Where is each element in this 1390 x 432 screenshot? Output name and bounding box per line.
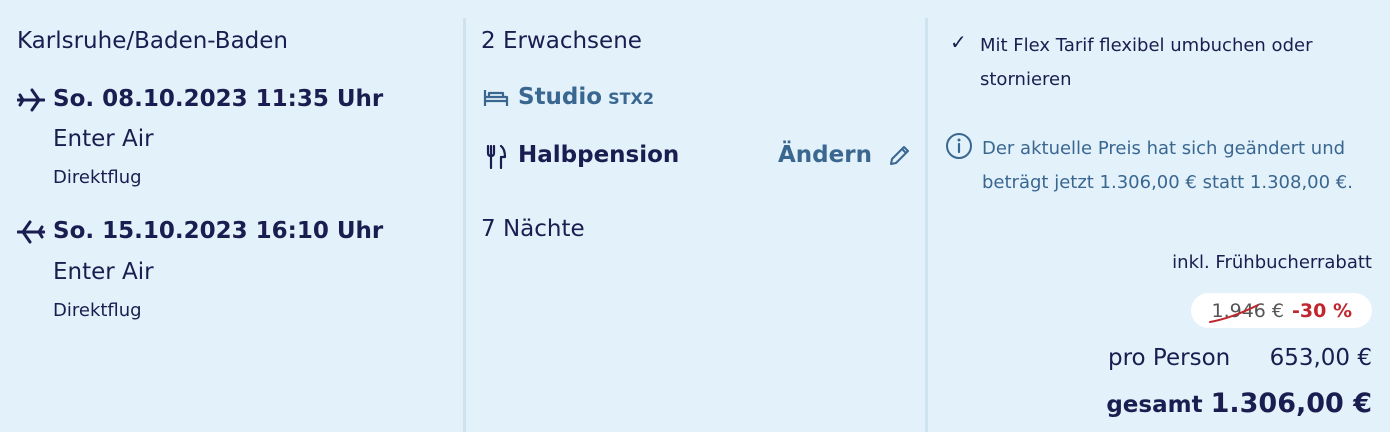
old-price: 1.946 € bbox=[1209, 300, 1284, 323]
total-value: 1.306,00 € bbox=[1210, 388, 1372, 419]
total-label: gesamt bbox=[1106, 392, 1203, 418]
room-type[interactable]: Studio STX2 bbox=[518, 84, 654, 110]
origin-airport: Karlsruhe/Baden-Baden bbox=[17, 28, 288, 54]
plane-departure-icon bbox=[17, 88, 45, 112]
per-person-label: pro Person bbox=[1108, 345, 1231, 371]
discount-percent: -30 % bbox=[1292, 300, 1352, 322]
change-label: Ändern bbox=[778, 142, 872, 168]
bed-icon bbox=[483, 90, 509, 106]
change-button[interactable]: Ändern bbox=[778, 142, 912, 168]
nights: 7 Nächte bbox=[481, 216, 585, 242]
room-code: STX2 bbox=[608, 89, 654, 108]
inbound-airline: Enter Air bbox=[53, 259, 154, 285]
travellers: 2 Erwachsene bbox=[481, 28, 642, 54]
discount-badge: 1.946 € -30 % bbox=[1191, 293, 1372, 328]
per-person-price: 653,00 € bbox=[1269, 345, 1372, 371]
outbound-date: So. 08.10.2023 11:35 Uhr bbox=[53, 86, 384, 112]
flight-column: Karlsruhe/Baden-Baden So. 08.10.2023 11:… bbox=[0, 0, 464, 432]
hotel-column: 2 Erwachsene Studio STX2 Halbpension Ände… bbox=[466, 0, 924, 432]
outbound-flight-type: Direktflug bbox=[53, 167, 142, 188]
info-icon bbox=[946, 133, 972, 159]
price-change-note: Der aktuelle Preis hat sich geändert und… bbox=[982, 138, 1353, 193]
flex-tariff-text: Mit Flex Tarif flexibel umbuchen oder st… bbox=[980, 35, 1313, 90]
pencil-icon bbox=[889, 146, 909, 165]
plane-arrival-icon bbox=[17, 220, 45, 244]
total-price: gesamt 1.306,00 € bbox=[1106, 388, 1372, 419]
meal-plan: Halbpension bbox=[518, 142, 680, 168]
outbound-airline: Enter Air bbox=[53, 126, 154, 152]
price-column: ✓ Mit Flex Tarif flexibel umbuchen oder … bbox=[928, 0, 1390, 432]
checkmark-icon: ✓ bbox=[950, 30, 967, 54]
room-name: Studio bbox=[518, 84, 603, 110]
cutlery-icon bbox=[486, 145, 507, 169]
inbound-date: So. 15.10.2023 16:10 Uhr bbox=[53, 218, 384, 244]
inbound-flight-type: Direktflug bbox=[53, 300, 142, 321]
strikethrough-mark bbox=[1209, 304, 1260, 323]
early-booking-label: inkl. Frühbucherrabatt bbox=[1172, 252, 1372, 273]
